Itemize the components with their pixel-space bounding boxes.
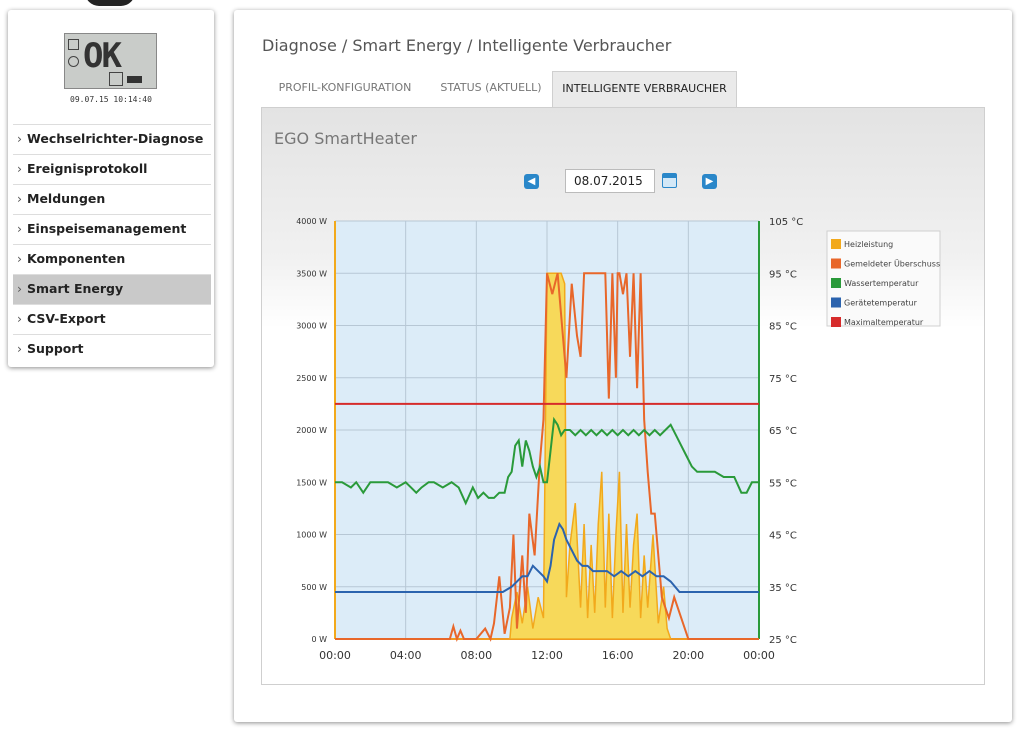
y-right-tick-label: 95 °C: [769, 269, 797, 280]
grid-icon: [68, 39, 79, 50]
legend-swatch: [831, 239, 841, 249]
y-right-tick-label: 105 °C: [769, 217, 803, 228]
sidebar-item-ereignisprotokoll[interactable]: › Ereignisprotokoll: [13, 154, 211, 184]
legend-label: Gemeldeter Überschuss: [844, 259, 940, 269]
chevron-right-icon: ›: [17, 191, 22, 206]
legend-label: Wassertemperatur: [844, 279, 919, 288]
chevron-right-icon: ›: [17, 161, 22, 176]
y-left-tick-label: 3000 W: [296, 322, 327, 331]
lcd-display: OK: [64, 33, 157, 89]
chevron-right-icon: ›: [17, 281, 22, 296]
lcd-status-text: OK: [83, 36, 122, 76]
y-right-tick-label: 65 °C: [769, 426, 797, 437]
sidebar-item-csv-export[interactable]: › CSV-Export: [13, 304, 211, 334]
y-right-tick-label: 35 °C: [769, 583, 797, 594]
sidebar-item-smart-energy[interactable]: › Smart Energy: [13, 274, 211, 304]
x-tick-label: 04:00: [390, 649, 422, 662]
panel-title: EGO SmartHeater: [274, 129, 417, 148]
breadcrumb: Diagnose / Smart Energy / Intelligente V…: [262, 36, 672, 55]
x-tick-label: 08:00: [460, 649, 492, 662]
sidebar: OK 09.07.15 10:14:40 › Wechselrichter-Dia…: [8, 10, 214, 367]
chevron-right-icon: ›: [17, 341, 22, 356]
main-panel: Diagnose / Smart Energy / Intelligente V…: [234, 10, 1012, 722]
sidebar-item-komponenten[interactable]: › Komponenten: [13, 244, 211, 274]
sidebar-nav: › Wechselrichter-Diagnose › Ereignisprotoko…: [13, 124, 211, 364]
legend-swatch: [831, 278, 841, 288]
sidebar-item-label: Komponenten: [27, 251, 126, 266]
sidebar-item-label: CSV-Export: [27, 311, 106, 326]
y-left-tick-label: 500 W: [301, 583, 327, 592]
y-right-tick-label: 75 °C: [769, 374, 797, 385]
globe-icon: [68, 56, 79, 67]
chart: 00:00 04:00 08:00 12:00 16:00 20:00 00:00 0 W 25…: [296, 217, 941, 662]
legend-swatch: [831, 258, 841, 269]
tab-intelligente-verbraucher[interactable]: INTELLIGENTE VERBRAUCHER: [552, 71, 737, 107]
x-tick-label: 00:00: [743, 649, 775, 662]
sidebar-item-label: Meldungen: [27, 191, 106, 206]
tab-status-aktuell[interactable]: STATUS (AKTUELL): [431, 71, 551, 107]
y-left-tick-label: 0 W: [311, 635, 327, 644]
sidebar-item-label: Einspeisemanagement: [27, 221, 187, 236]
arrow-left-icon[interactable]: ◀: [524, 174, 539, 189]
y-left-tick-label: 2000 W: [296, 426, 327, 435]
y-left-tick-label: 1500 W: [296, 478, 327, 487]
legend-label: Heizleistung: [844, 240, 893, 249]
y-right-tick-label: 45 °C: [769, 531, 797, 542]
y-right-tick-label: 25 °C: [769, 635, 797, 646]
sidebar-item-label: Wechselrichter-Diagnose: [27, 131, 204, 146]
date-input[interactable]: 08.07.2015: [565, 169, 655, 193]
chevron-right-icon: ›: [17, 311, 22, 326]
x-tick-label: 20:00: [672, 649, 704, 662]
sidebar-item-label: Support: [27, 341, 84, 356]
top-decoration: [85, 0, 135, 6]
y-left-tick-label: 3500 W: [296, 269, 327, 278]
x-tick-label: 00:00: [319, 649, 351, 662]
y-left-tick-label: 2500 W: [296, 374, 327, 383]
legend-label: Gerätetemperatur: [844, 299, 918, 308]
y-left-tick-label: 4000 W: [296, 217, 327, 226]
sidebar-item-einspeisemanagement[interactable]: › Einspeisemanagement: [13, 214, 211, 244]
lcd-timestamp: 09.07.15 10:14:40: [70, 95, 152, 104]
chevron-right-icon: ›: [17, 251, 22, 266]
x-tick-label: 16:00: [602, 649, 634, 662]
calendar-icon[interactable]: [662, 173, 677, 188]
content-panel: EGO SmartHeater ◀ 08.07.2015 ▶ 00:00 04:0…: [261, 107, 985, 685]
meter-icon: [109, 72, 123, 86]
sidebar-item-wechselrichter-diagnose[interactable]: › Wechselrichter-Diagnose: [13, 124, 211, 154]
legend-swatch: [831, 317, 841, 327]
chevron-right-icon: ›: [17, 221, 22, 236]
sidebar-item-support[interactable]: › Support: [13, 334, 211, 364]
battery-icon: [127, 76, 142, 83]
sidebar-item-label: Ereignisprotokoll: [27, 161, 148, 176]
sidebar-item-label: Smart Energy: [27, 281, 124, 296]
tab-profil-konfiguration[interactable]: PROFIL-KONFIGURATION: [261, 71, 429, 107]
arrow-right-icon[interactable]: ▶: [702, 174, 717, 189]
sidebar-item-meldungen[interactable]: › Meldungen: [13, 184, 211, 214]
y-left-tick-label: 1000 W: [296, 531, 327, 540]
chevron-right-icon: ›: [17, 131, 22, 146]
legend-label: Maximaltemperatur: [844, 318, 924, 327]
x-tick-label: 12:00: [531, 649, 563, 662]
legend-swatch: [831, 297, 841, 308]
y-right-tick-label: 55 °C: [769, 478, 797, 489]
y-right-tick-label: 85 °C: [769, 322, 797, 333]
